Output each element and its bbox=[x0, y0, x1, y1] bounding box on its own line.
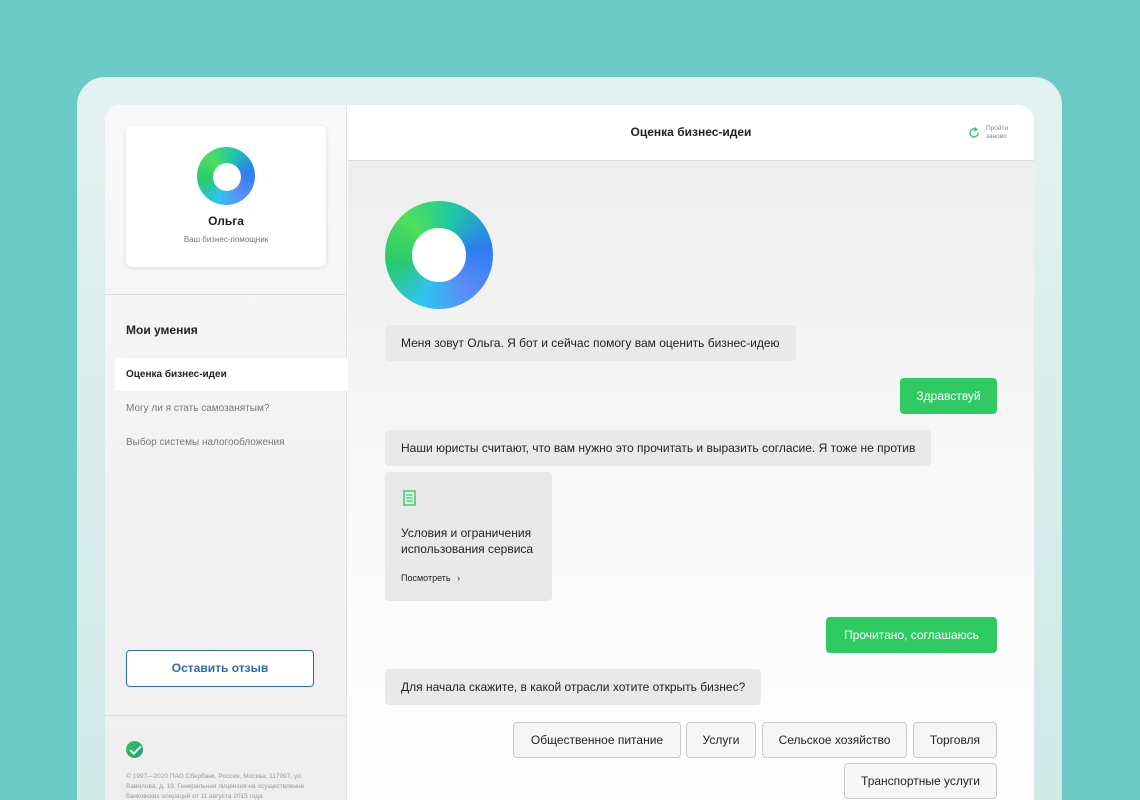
chat-panel: Оценка бизнес-идеи Пройти заново Меня зо… bbox=[348, 105, 1034, 800]
option-button[interactable]: Общественное питание bbox=[513, 722, 681, 758]
copyright-line: © 1997—2020 ПАО Сбербанк. Россия, Москва… bbox=[126, 773, 303, 780]
sidebar-item-business-idea[interactable]: Оценка бизнес-идеи bbox=[115, 358, 347, 391]
profile-card: Ольга Ваш бизнес-помощник bbox=[126, 126, 326, 267]
view-document-label: Посмотреть bbox=[401, 573, 451, 583]
bot-message: Для начала скажите, в какой отрасли хоти… bbox=[385, 669, 762, 705]
document-title: Условия и ограничения использования серв… bbox=[401, 526, 534, 556]
copyright-line: банковских операций от 11 августа 2015 г… bbox=[126, 793, 263, 800]
option-button[interactable]: Торговля bbox=[913, 722, 997, 758]
view-document-link[interactable]: Посмотреть › bbox=[401, 573, 460, 583]
document-card[interactable]: Условия и ограничения использования серв… bbox=[385, 472, 552, 601]
document-icon bbox=[403, 490, 416, 506]
chevron-right-icon: › bbox=[457, 573, 461, 583]
leave-feedback-button[interactable]: Оставить отзыв bbox=[126, 650, 314, 687]
skills-title: Мои умения bbox=[126, 323, 198, 337]
refresh-icon bbox=[969, 127, 979, 138]
option-button[interactable]: Услуги bbox=[686, 722, 756, 758]
sidebar-item-tax-system[interactable]: Выбор системы налогообложения bbox=[115, 426, 347, 459]
user-message: Здравствуй bbox=[900, 378, 997, 414]
restart-button[interactable]: Пройти заново bbox=[968, 124, 1028, 144]
option-button[interactable]: Транспортные услуги bbox=[844, 763, 997, 799]
sidebar: Ольга Ваш бизнес-помощник Мои умения Оце… bbox=[105, 105, 347, 800]
sidebar-item-self-employed[interactable]: Могу ли я стать самозанятым? bbox=[115, 392, 347, 425]
profile-name: Ольга bbox=[208, 214, 244, 228]
page-title: Оценка бизнес-идеи bbox=[630, 125, 752, 139]
bot-avatar bbox=[385, 201, 493, 309]
sber-logo-icon bbox=[126, 741, 143, 758]
user-message: Прочитано, соглашаюсь bbox=[826, 617, 997, 653]
divider bbox=[105, 715, 347, 716]
restart-label-line: заново bbox=[986, 133, 1007, 140]
avatar bbox=[197, 147, 255, 205]
copyright-line: Вавилова, д. 19. Генеральная лицензия на… bbox=[126, 783, 305, 790]
app-window: Ольга Ваш бизнес-помощник Мои умения Оце… bbox=[105, 105, 1034, 800]
option-button[interactable]: Сельское хозяйство bbox=[762, 722, 907, 758]
copyright-text: © 1997—2020 ПАО Сбербанк. Россия, Москва… bbox=[126, 772, 326, 800]
header: Оценка бизнес-идеи Пройти заново bbox=[348, 105, 1034, 161]
divider bbox=[105, 294, 347, 295]
bot-message: Наши юристы считают, что вам нужно это п… bbox=[385, 430, 932, 466]
profile-subtitle: Ваш бизнес-помощник bbox=[183, 235, 269, 244]
bot-message: Меня зовут Ольга. Я бот и сейчас помогу … bbox=[385, 325, 796, 361]
restart-label-line: Пройти bbox=[986, 125, 1009, 132]
restart-label: Пройти заново bbox=[986, 125, 1026, 141]
